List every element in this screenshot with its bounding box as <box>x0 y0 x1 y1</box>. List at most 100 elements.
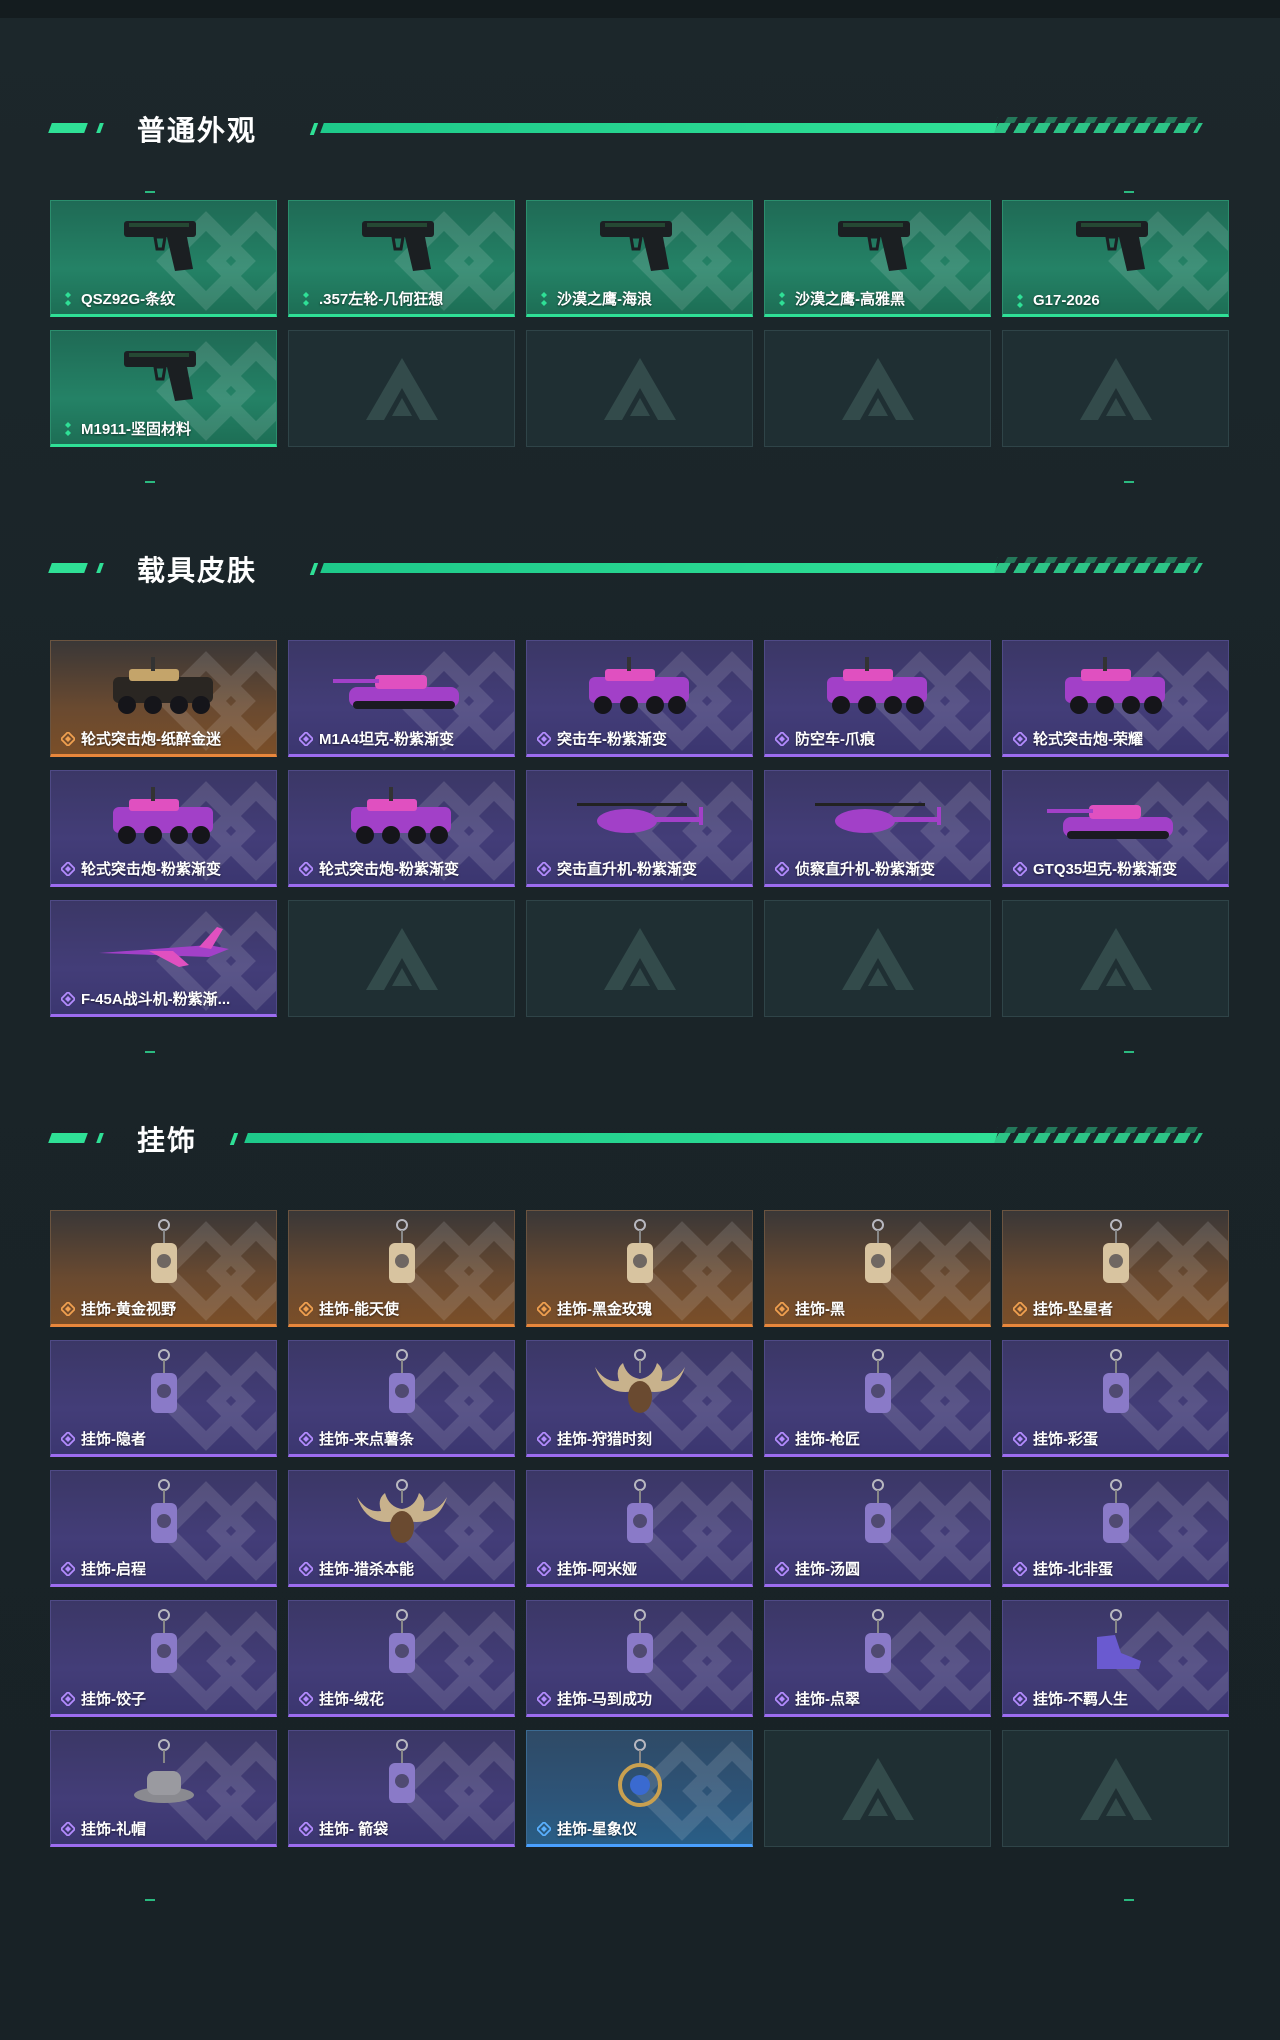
rarity-diamond-icon <box>61 861 75 876</box>
item-card[interactable]: 挂饰-猎杀本能 <box>288 1470 515 1587</box>
item-card[interactable]: 挂饰-星象仪 <box>526 1730 753 1847</box>
rarity-diamond-icon <box>775 861 789 876</box>
item-card[interactable]: 轮式突击炮-粉紫渐变 <box>288 770 515 887</box>
item-name: 突击车-粉紫渐变 <box>557 731 667 748</box>
item-card[interactable]: G17-2026 <box>1002 200 1229 317</box>
pistol-icon <box>123 221 196 271</box>
item-card[interactable]: 侦察直升机-粉紫渐变 <box>764 770 991 887</box>
empty-slot <box>288 330 515 447</box>
item-card[interactable]: 挂饰-狩猎时刻 <box>526 1340 753 1457</box>
item-card[interactable]: 挂饰-阿米娅 <box>526 1470 753 1587</box>
item-name: 轮式突击炮-粉紫渐变 <box>81 861 221 878</box>
rarity-diamond-icon <box>775 1691 789 1706</box>
item-grid: 挂饰-黄金视野 挂饰-能天使 挂饰-黑金玫瑰 挂饰-黑 挂饰-坠星者挂饰-隐者 挂饰-来点… <box>50 1210 1229 1847</box>
item-card[interactable]: GTQ35坦克-粉紫渐变 <box>1002 770 1229 887</box>
rarity-diamond-icon <box>299 1431 313 1446</box>
header-divider-line <box>244 1133 998 1143</box>
item-label-row: 轮式突击炮-荣耀 <box>1013 728 1143 749</box>
rarity-diamond-icon <box>775 1431 789 1446</box>
item-label-row: 轮式突击炮-纸醉金迷 <box>61 728 221 749</box>
item-card[interactable]: 沙漠之鹰-海浪 <box>526 200 753 317</box>
header-checker-pattern <box>994 557 1202 563</box>
item-card[interactable]: 挂饰-枪匠 <box>764 1340 991 1457</box>
item-card[interactable]: .357左轮-几何狂想 <box>288 200 515 317</box>
charm-icon <box>150 1609 177 1673</box>
item-label-row: 挂饰-来点薯条 <box>299 1428 414 1449</box>
header-checker-pattern <box>993 123 1203 133</box>
item-card[interactable]: 挂饰-马到成功 <box>526 1600 753 1717</box>
item-card[interactable]: 挂饰-彩蛋 <box>1002 1340 1229 1457</box>
item-name: F-45A战斗机-粉紫渐... <box>81 991 231 1008</box>
item-name: 挂饰-能天使 <box>319 1301 399 1318</box>
item-card[interactable]: 挂饰-坠星者 <box>1002 1210 1229 1327</box>
header-checker-pattern <box>993 1133 1203 1143</box>
item-label-row: 挂饰-点翠 <box>775 1688 860 1709</box>
item-card[interactable]: F-45A战斗机-粉紫渐... <box>50 900 277 1017</box>
item-card[interactable]: 轮式突击炮-荣耀 <box>1002 640 1229 757</box>
item-card[interactable]: M1A4坦克-粉紫渐变 <box>288 640 515 757</box>
placeholder-logo-icon <box>1079 1757 1152 1820</box>
item-card[interactable]: 挂饰-黄金视野 <box>50 1210 277 1327</box>
item-card[interactable]: 挂饰- 箭袋 <box>288 1730 515 1847</box>
rarity-diamond-icon <box>779 291 785 306</box>
header-accent-slash <box>96 1133 104 1143</box>
item-card[interactable]: 轮式突击炮-纸醉金迷 <box>50 640 277 757</box>
item-label-row: 挂饰-彩蛋 <box>1013 1428 1098 1449</box>
item-card[interactable]: 突击直升机-粉紫渐变 <box>526 770 753 887</box>
header-divider-slash <box>309 123 319 135</box>
item-label-row: 挂饰-枪匠 <box>775 1428 860 1449</box>
header-accent-slash <box>96 563 104 573</box>
item-name: 防空车-爪痕 <box>795 731 875 748</box>
rarity-diamond-icon <box>65 291 71 306</box>
item-card[interactable]: 挂饰-黑 <box>764 1210 991 1327</box>
item-name: 挂饰-点翠 <box>795 1691 860 1708</box>
item-card[interactable]: 突击车-粉紫渐变 <box>526 640 753 757</box>
armored-car-icon <box>112 787 213 844</box>
charm-icon <box>626 1609 653 1673</box>
item-card[interactable]: 挂饰-启程 <box>50 1470 277 1587</box>
item-card[interactable]: 挂饰-绒花 <box>288 1600 515 1717</box>
orb-charm-icon <box>617 1739 662 1807</box>
item-name: 挂饰-彩蛋 <box>1033 1431 1098 1448</box>
placeholder-logo-icon <box>841 1757 914 1820</box>
item-card[interactable]: 挂饰-来点薯条 <box>288 1340 515 1457</box>
item-name: 挂饰-来点薯条 <box>319 1431 414 1448</box>
item-label-row: M1911-坚固材料 <box>61 418 191 439</box>
header-divider-line <box>320 563 998 573</box>
item-card[interactable]: 挂饰-黑金玫瑰 <box>526 1210 753 1327</box>
item-label-row: 挂饰-不羁人生 <box>1013 1688 1128 1709</box>
charm-icon <box>864 1609 891 1673</box>
charm-icon <box>864 1349 891 1413</box>
item-label-row: 突击直升机-粉紫渐变 <box>537 858 697 879</box>
item-card[interactable]: M1911-坚固材料 <box>50 330 277 447</box>
rarity-diamond-icon <box>1013 1691 1027 1706</box>
item-card[interactable]: 挂饰-饺子 <box>50 1600 277 1717</box>
corner-tick <box>1124 191 1134 193</box>
item-card[interactable]: 挂饰-点翠 <box>764 1600 991 1717</box>
item-name: 沙漠之鹰-海浪 <box>557 291 652 308</box>
antler-charm-icon <box>594 1349 685 1413</box>
item-card[interactable]: 挂饰-隐者 <box>50 1340 277 1457</box>
item-card[interactable]: 防空车-爪痕 <box>764 640 991 757</box>
item-card[interactable]: 挂饰-北非蛋 <box>1002 1470 1229 1587</box>
item-label-row: 挂饰-狩猎时刻 <box>537 1428 652 1449</box>
item-card[interactable]: 轮式突击炮-粉紫渐变 <box>50 770 277 887</box>
item-name: 挂饰-汤圆 <box>795 1561 860 1578</box>
item-name: 挂饰-黑 <box>795 1301 845 1318</box>
placeholder-logo-icon <box>365 927 438 990</box>
rarity-diamond-icon <box>303 291 309 306</box>
item-card[interactable]: 挂饰-不羁人生 <box>1002 1600 1229 1717</box>
item-card[interactable]: 沙漠之鹰-高雅黑 <box>764 200 991 317</box>
charm-icon <box>1102 1349 1129 1413</box>
item-card[interactable]: 挂饰-礼帽 <box>50 1730 277 1847</box>
pistol-icon <box>1075 221 1148 271</box>
armored-car-icon <box>1064 657 1165 714</box>
item-card[interactable]: 挂饰-汤圆 <box>764 1470 991 1587</box>
sneaker-charm-icon <box>1096 1609 1141 1669</box>
item-grid: 轮式突击炮-纸醉金迷 M1A4坦克-粉紫渐变 突击车-粉紫渐变 防空车-爪痕 轮式突击炮… <box>50 640 1229 1017</box>
item-label-row: 挂饰-坠星者 <box>1013 1298 1113 1319</box>
rarity-diamond-icon <box>541 291 547 306</box>
item-card[interactable]: QSZ92G-条纹 <box>50 200 277 317</box>
item-card[interactable]: 挂饰-能天使 <box>288 1210 515 1327</box>
item-name: M1911-坚固材料 <box>81 421 192 438</box>
